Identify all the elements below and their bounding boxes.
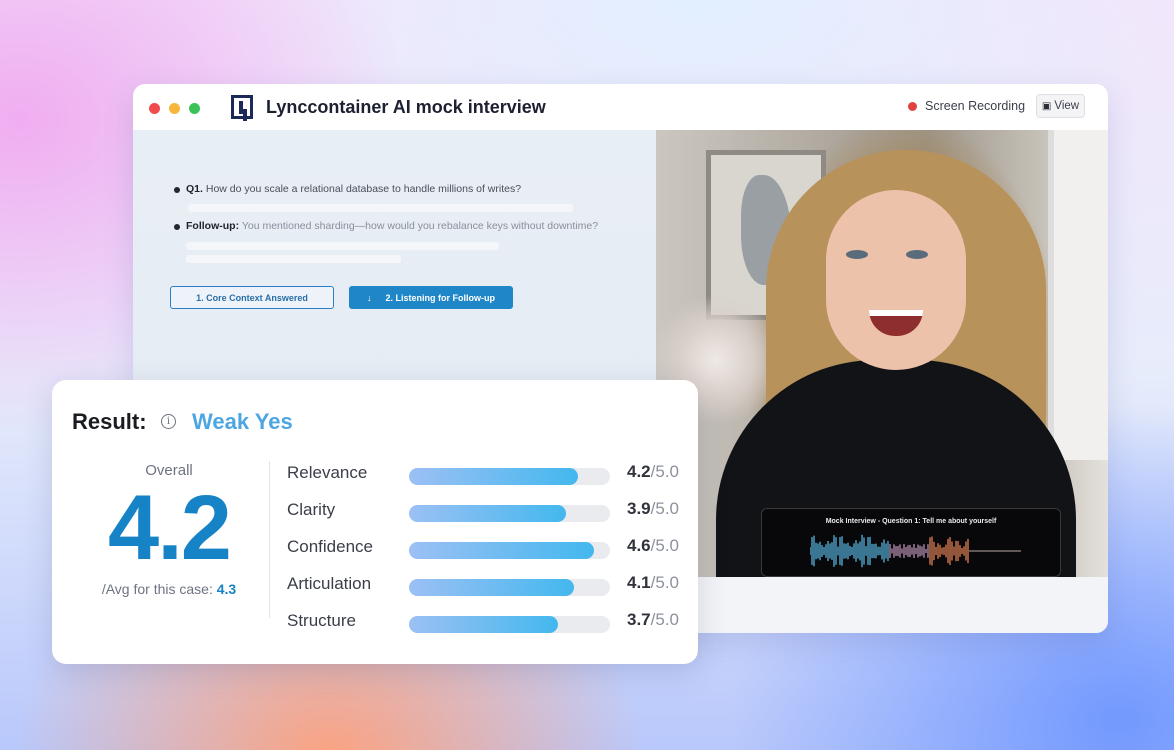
room-window: [1048, 130, 1108, 460]
result-card: Result: i Weak Yes Overall 4.2 /Avg for …: [52, 380, 698, 664]
caption-text: Mock Interview - Question 1: Tell me abo…: [825, 518, 997, 525]
candidate-face: [826, 190, 966, 370]
metric-name: Articulation: [287, 574, 372, 593]
maximize-window-button[interactable]: [189, 103, 200, 114]
metric-name: Clarity: [287, 500, 336, 519]
metric-bar-track: [409, 616, 610, 633]
metric-row-articulation: Articulation 4.1/5.0: [287, 572, 687, 598]
follow-up-text: You mentioned sharding—how would you reb…: [241, 220, 599, 232]
metric-bar-fill: [409, 468, 578, 485]
step-listening-label: 2. Listening for Follow-up: [385, 292, 496, 303]
step-core-context[interactable]: 1. Core Context Answered: [170, 286, 334, 309]
metric-row-structure: Structure 3.7/5.0: [287, 609, 687, 635]
audio-waveform: [810, 534, 1021, 568]
metric-bar-track: [409, 542, 610, 559]
case-average-label: /Avg for this case:: [101, 581, 213, 597]
recording-label: Screen Recording: [925, 99, 1026, 113]
metric-score: 4.1/5.0: [627, 573, 679, 592]
metric-bar-track: [409, 505, 610, 522]
metric-bar-fill: [409, 542, 594, 559]
bullet-icon: [174, 224, 180, 230]
metric-bar-fill: [409, 616, 558, 633]
result-verdict: Weak Yes: [192, 409, 293, 434]
app-logo-icon: [231, 95, 253, 119]
metric-bar-fill: [409, 505, 566, 522]
metric-bar-fill: [409, 579, 574, 596]
question-1: Q1. How do you scale a relational databa…: [186, 183, 521, 195]
app-title: Lynccontainer AI mock interview: [266, 97, 546, 117]
case-average-value: 4.3: [216, 581, 237, 597]
view-button-label: View: [1054, 100, 1080, 112]
clapperboard-icon: ▣: [1041, 100, 1052, 112]
metric-name: Relevance: [287, 463, 368, 482]
metric-score: 3.9/5.0: [627, 499, 679, 518]
step-listening-follow-up[interactable]: ↓ 2. Listening for Follow-up: [349, 286, 513, 309]
metric-score: 4.6/5.0: [627, 536, 679, 555]
title-bar: Lynccontainer AI mock interview Screen R…: [133, 84, 1108, 130]
metric-bar-track: [409, 468, 610, 485]
question-1-text: How do you scale a relational database t…: [205, 183, 522, 195]
answer-placeholder: [186, 242, 499, 250]
metric-row-confidence: Confidence 4.6/5.0: [287, 535, 687, 561]
minimize-window-button[interactable]: [169, 103, 180, 114]
video-footer: [656, 577, 1108, 633]
view-button[interactable]: ▣ View: [1036, 94, 1085, 118]
case-average: /Avg for this case: 4.3: [52, 581, 286, 597]
candidate-video: Mock Interview - Question 1: Tell me abo…: [656, 130, 1108, 577]
info-icon[interactable]: i: [161, 414, 176, 429]
candidate-eye: [906, 250, 928, 259]
metric-bar-track: [409, 579, 610, 596]
metric-score: 3.7/5.0: [627, 610, 679, 629]
arrow-down-icon: ↓: [367, 292, 372, 303]
overall-score: 4.2: [108, 477, 232, 579]
metric-name: Confidence: [287, 537, 374, 556]
answer-placeholder: [188, 204, 573, 212]
metric-score: 4.2/5.0: [627, 462, 679, 481]
answer-placeholder: [186, 255, 401, 263]
metric-name: Structure: [287, 611, 356, 630]
step-core-context-label: 1. Core Context Answered: [196, 292, 308, 303]
follow-up-prefix: Follow-up:: [186, 220, 240, 232]
recording-indicator-icon: [908, 102, 917, 111]
divider: [269, 461, 270, 618]
audio-caption-box: Mock Interview - Question 1: Tell me abo…: [761, 508, 1061, 577]
metric-row-relevance: Relevance 4.2/5.0: [287, 461, 687, 487]
question-1-prefix: Q1.: [186, 183, 203, 195]
result-label: Result:: [72, 409, 147, 434]
metric-row-clarity: Clarity 3.9/5.0: [287, 498, 687, 524]
candidate-eye: [846, 250, 868, 259]
close-window-button[interactable]: [149, 103, 160, 114]
follow-up-question: Follow-up: You mentioned sharding—how wo…: [186, 220, 598, 232]
bullet-icon: [174, 187, 180, 193]
